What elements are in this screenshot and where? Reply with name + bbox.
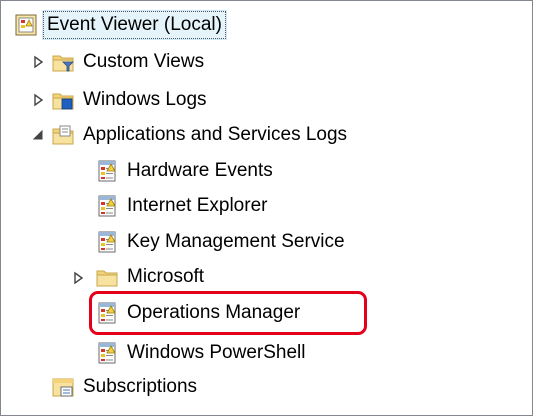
- expand-arrow-icon[interactable]: [31, 55, 45, 69]
- tree-item-event-viewer-local[interactable]: Event Viewer (Local): [15, 8, 227, 42]
- folder-icon: [52, 124, 74, 146]
- subscriptions-icon: [52, 376, 74, 398]
- tree-item-label: Custom Views: [83, 51, 205, 72]
- tree-item-label: Key Management Service: [127, 231, 345, 252]
- tree-item-label: Hardware Events: [127, 160, 273, 181]
- filter-folder-icon: [52, 51, 74, 73]
- tree-item-label: Windows Logs: [83, 89, 207, 110]
- log-icon: [96, 342, 118, 364]
- tree-item-internet-explorer[interactable]: Internet Explorer: [96, 189, 270, 223]
- tree-item-operations-manager[interactable]: Operations Manager: [96, 296, 303, 330]
- log-icon: [96, 302, 118, 324]
- windows-folder-icon: [52, 89, 74, 111]
- tree-item-subscriptions[interactable]: Subscriptions: [52, 370, 200, 404]
- tree-item-windows-logs[interactable]: Windows Logs: [52, 83, 210, 117]
- folder-icon: [96, 266, 118, 288]
- tree-item-custom-views[interactable]: Custom Views: [52, 45, 207, 79]
- tree-item-applications-and-services-logs[interactable]: Applications and Services Logs: [52, 118, 350, 152]
- event-viewer-icon: [15, 14, 37, 36]
- expand-arrow-icon[interactable]: [31, 93, 45, 107]
- tree-item-label: Microsoft: [127, 266, 205, 287]
- tree-item-label: Operations Manager: [127, 302, 301, 323]
- expand-arrow-icon[interactable]: [71, 271, 85, 285]
- tree-item-microsoft[interactable]: Microsoft: [96, 260, 207, 294]
- tree-item-label: Event Viewer (Local): [42, 10, 227, 40]
- tree-item-label: Subscriptions: [83, 376, 198, 397]
- log-icon: [96, 231, 118, 253]
- event-viewer-tree-panel: Event Viewer (Local) Custom Views Window…: [0, 0, 533, 416]
- tree-item-hardware-events[interactable]: Hardware Events: [96, 154, 276, 188]
- tree-item-key-management-service[interactable]: Key Management Service: [96, 225, 348, 259]
- tree-item-label: Applications and Services Logs: [83, 124, 348, 145]
- tree-item-windows-powershell[interactable]: Windows PowerShell: [96, 336, 308, 370]
- collapse-arrow-icon[interactable]: [31, 128, 45, 142]
- log-icon: [96, 160, 118, 182]
- log-icon: [96, 195, 118, 217]
- tree-item-label: Internet Explorer: [127, 195, 268, 216]
- tree-item-label: Windows PowerShell: [127, 342, 306, 363]
